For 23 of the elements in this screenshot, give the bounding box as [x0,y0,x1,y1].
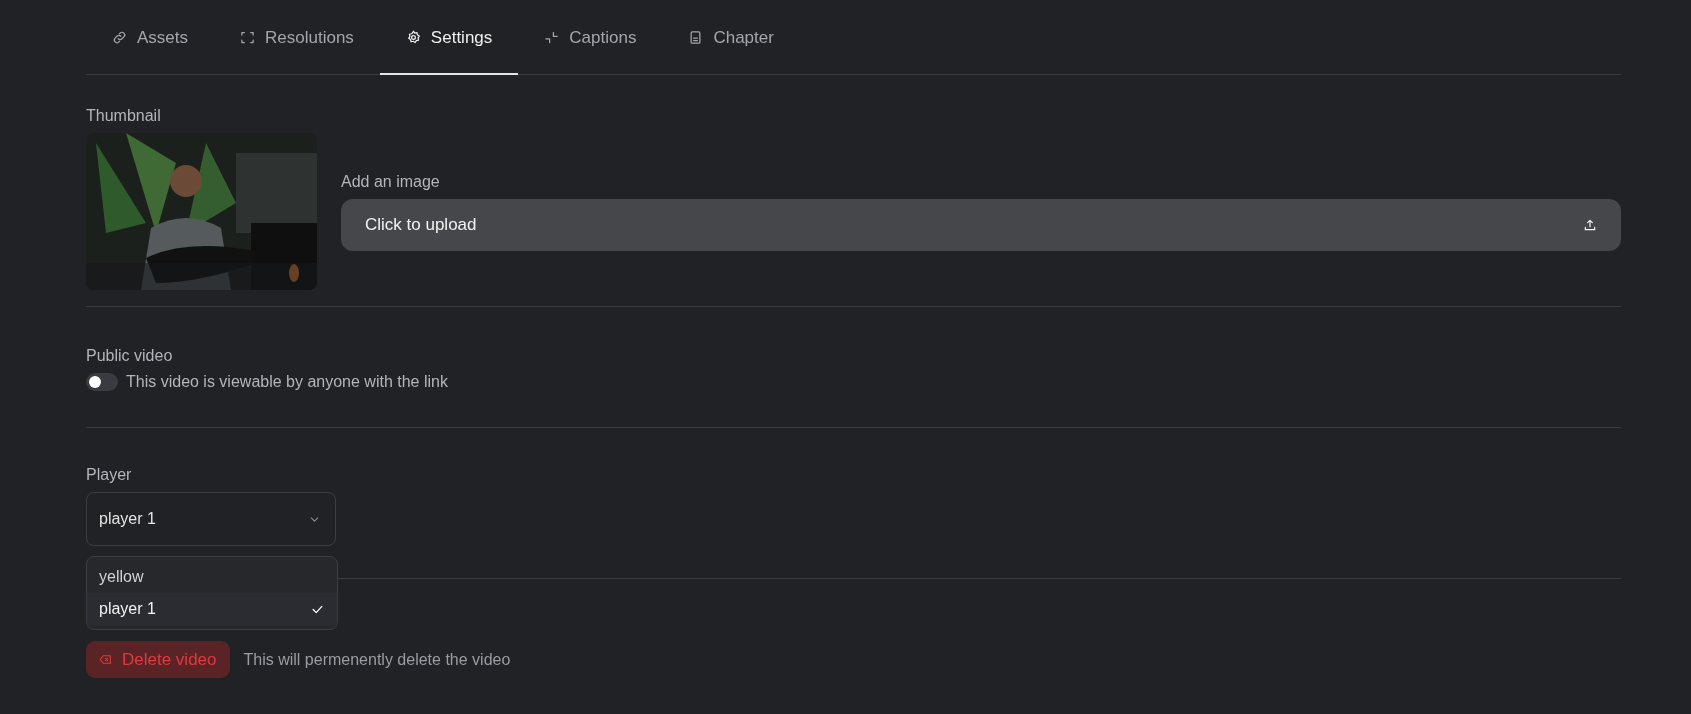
field-label: Add an image [341,172,441,191]
toggle-switch[interactable] [86,373,118,391]
settings-icon [405,30,421,45]
delete-description: This will permenently delete the video [243,650,511,669]
tab[interactable]: Resolutions [214,0,380,75]
tab[interactable]: Chapter [662,0,800,75]
section-label: Thumbnail [86,107,162,125]
tab[interactable]: Assets [102,0,215,75]
menu-option[interactable]: player 1 [87,593,337,625]
toggle-description: This video is viewable by anyone with the link [126,373,448,391]
tab[interactable]: Captions [518,0,663,75]
delete-icon [99,653,112,666]
tab[interactable]: Settings [379,0,519,75]
section-label: Public video [86,347,174,365]
corner-icon [544,30,560,45]
player-select[interactable]: player 1 [86,492,336,546]
upload-button[interactable]: Click to upload [341,198,1621,251]
document-icon [688,30,704,45]
section-label: Player [86,466,133,484]
upload-icon [1583,217,1597,232]
link-icon [112,30,127,45]
frame-icon [240,30,256,45]
menu-option[interactable]: yellow [87,561,337,593]
